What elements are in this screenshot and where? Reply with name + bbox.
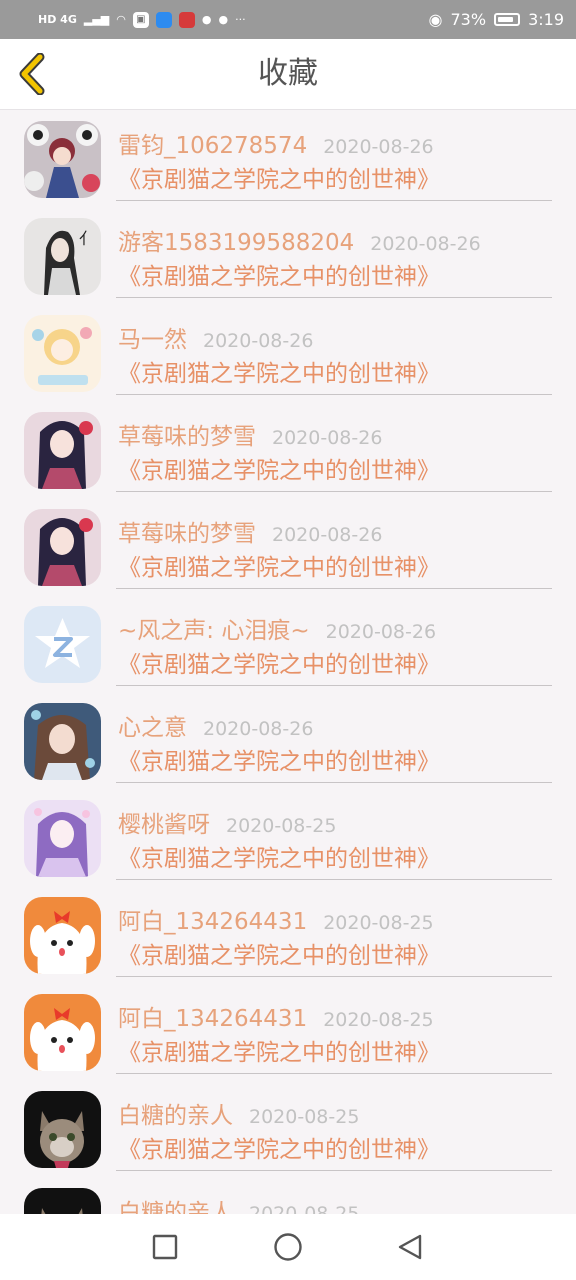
app-notification-icon: ▣ — [132, 11, 149, 28]
avatar[interactable] — [24, 606, 101, 683]
eye-comfort-icon: ◉ — [428, 10, 443, 29]
list-item[interactable]: 亻 游客1583199588204 2020-08-26 《京剧猫之学院之中的创世… — [0, 207, 576, 304]
list-item[interactable]: ~风之声: 心泪痕~ 2020-08-26 《京剧猫之学院之中的创世神》 — [0, 595, 576, 692]
divider — [116, 879, 552, 880]
list-item[interactable]: 白糖的亲人 2020-08-25 《京剧猫之学院之中的创世神》 — [0, 1080, 576, 1177]
back-nav-button[interactable] — [394, 1231, 426, 1263]
circle-icon — [274, 1233, 302, 1261]
square-icon — [152, 1234, 178, 1260]
chevron-left-icon — [19, 53, 45, 95]
list-item[interactable]: 白糖的亲人 2020-08-25 — [0, 1177, 576, 1214]
favorites-list: 雷钧_106278574 2020-08-26 《京剧猫之学院之中的创世神》 亻 … — [0, 110, 576, 1214]
browser-notification-icon — [155, 11, 172, 28]
user-name[interactable]: 心之意 — [118, 715, 187, 741]
post-title[interactable]: 《京剧猫之学院之中的创世神》 — [118, 257, 440, 291]
avatar[interactable] — [24, 897, 101, 974]
post-title[interactable]: 《京剧猫之学院之中的创世神》 — [118, 1130, 440, 1164]
status-left: HD 4G ▂▄▆ ◠ ▣ ● ● ··· — [38, 11, 246, 28]
avatar[interactable] — [24, 1091, 101, 1168]
user-name[interactable]: 草莓味的梦雪 — [118, 521, 256, 547]
post-date: 2020-08-26 — [203, 718, 314, 740]
signal-icon: ▂▄▆ — [83, 13, 110, 26]
list-item[interactable]: 雷钧_106278574 2020-08-26 《京剧猫之学院之中的创世神》 — [0, 110, 576, 207]
recents-button[interactable] — [149, 1231, 181, 1263]
user-name[interactable]: 雷钧_106278574 — [118, 133, 307, 159]
post-title[interactable]: 《京剧猫之学院之中的创世神》 — [118, 548, 440, 582]
divider — [116, 782, 552, 783]
user-name[interactable]: 草莓味的梦雪 — [118, 424, 256, 450]
post-title[interactable]: 《京剧猫之学院之中的创世神》 — [118, 936, 440, 970]
divider — [116, 976, 552, 977]
wechat-icon: ● — [201, 13, 212, 26]
network-indicator: HD 4G — [38, 13, 77, 26]
page-title: 收藏 — [258, 56, 318, 91]
user-name[interactable]: 游客1583199588204 — [118, 230, 354, 256]
avatar[interactable]: 亻 — [24, 218, 101, 295]
avatar[interactable] — [24, 121, 101, 198]
post-title[interactable]: 《京剧猫之学院之中的创世神》 — [118, 839, 440, 873]
avatar[interactable] — [24, 315, 101, 392]
system-nav-bar — [0, 1214, 576, 1280]
post-date: 2020-08-25 — [323, 1009, 434, 1031]
home-button[interactable] — [272, 1231, 304, 1263]
post-title[interactable]: 《京剧猫之学院之中的创世神》 — [118, 451, 440, 485]
battery-icon — [494, 13, 521, 26]
list-item[interactable]: 阿白_134264431 2020-08-25 《京剧猫之学院之中的创世神》 — [0, 886, 576, 983]
list-item[interactable]: 心之意 2020-08-26 《京剧猫之学院之中的创世神》 — [0, 692, 576, 789]
post-date: 2020-08-26 — [370, 233, 481, 255]
avatar[interactable] — [24, 1188, 101, 1214]
post-date: 2020-08-25 — [249, 1203, 360, 1214]
list-item[interactable]: 阿白_134264431 2020-08-25 《京剧猫之学院之中的创世神》 — [0, 983, 576, 1080]
user-name[interactable]: 白糖的亲人 — [118, 1103, 233, 1129]
post-title[interactable]: 《京剧猫之学院之中的创世神》 — [118, 742, 440, 776]
divider — [116, 1170, 552, 1171]
list-item[interactable]: 马一然 2020-08-26 《京剧猫之学院之中的创世神》 — [0, 304, 576, 401]
divider — [116, 491, 552, 492]
post-date: 2020-08-26 — [272, 524, 383, 546]
user-name[interactable]: 白糖的亲人 — [118, 1200, 233, 1214]
avatar[interactable] — [24, 994, 101, 1071]
svg-text:亻: 亻 — [79, 229, 95, 248]
divider — [116, 297, 552, 298]
divider — [116, 200, 552, 201]
user-name[interactable]: ~风之声: 心泪痕~ — [118, 618, 310, 644]
reader-notification-icon — [178, 11, 195, 28]
post-date: 2020-08-26 — [272, 427, 383, 449]
post-date: 2020-08-25 — [226, 815, 337, 837]
post-date: 2020-08-26 — [323, 136, 434, 158]
avatar[interactable] — [24, 703, 101, 780]
user-name[interactable]: 阿白_134264431 — [118, 1006, 307, 1032]
status-right: ◉ 73% 3:19 — [429, 10, 564, 29]
post-date: 2020-08-26 — [325, 621, 437, 643]
divider — [116, 394, 552, 395]
post-title[interactable]: 《京剧猫之学院之中的创世神》 — [118, 645, 440, 679]
post-title[interactable]: 《京剧猫之学院之中的创世神》 — [118, 354, 440, 388]
user-name[interactable]: 阿白_134264431 — [118, 909, 307, 935]
list-item[interactable]: 樱桃酱呀 2020-08-25 《京剧猫之学院之中的创世神》 — [0, 789, 576, 886]
triangle-back-icon — [398, 1234, 422, 1260]
wifi-icon: ◠ — [116, 13, 126, 26]
list-item[interactable]: 草莓味的梦雪 2020-08-26 《京剧猫之学院之中的创世神》 — [0, 401, 576, 498]
list-item[interactable]: 草莓味的梦雪 2020-08-26 《京剧猫之学院之中的创世神》 — [0, 498, 576, 595]
message-icon: ● — [218, 13, 229, 26]
divider — [116, 685, 552, 686]
more-notifications-icon: ··· — [235, 13, 246, 26]
top-nav-bar: 收藏 — [0, 39, 576, 110]
user-name[interactable]: 马一然 — [118, 327, 187, 353]
avatar[interactable] — [24, 412, 101, 489]
post-title[interactable]: 《京剧猫之学院之中的创世神》 — [118, 160, 440, 194]
divider — [116, 588, 552, 589]
post-date: 2020-08-26 — [203, 330, 314, 352]
divider — [116, 1073, 552, 1074]
status-bar: HD 4G ▂▄▆ ◠ ▣ ● ● ··· ◉ 73% 3:19 — [0, 0, 576, 39]
battery-percent: 73% — [450, 10, 487, 29]
avatar[interactable] — [24, 509, 101, 586]
post-date: 2020-08-25 — [323, 912, 434, 934]
back-button[interactable] — [8, 47, 54, 101]
clock: 3:19 — [528, 10, 564, 29]
post-date: 2020-08-25 — [249, 1106, 360, 1128]
post-title[interactable]: 《京剧猫之学院之中的创世神》 — [118, 1033, 440, 1067]
avatar[interactable] — [24, 800, 101, 877]
user-name[interactable]: 樱桃酱呀 — [118, 812, 210, 838]
